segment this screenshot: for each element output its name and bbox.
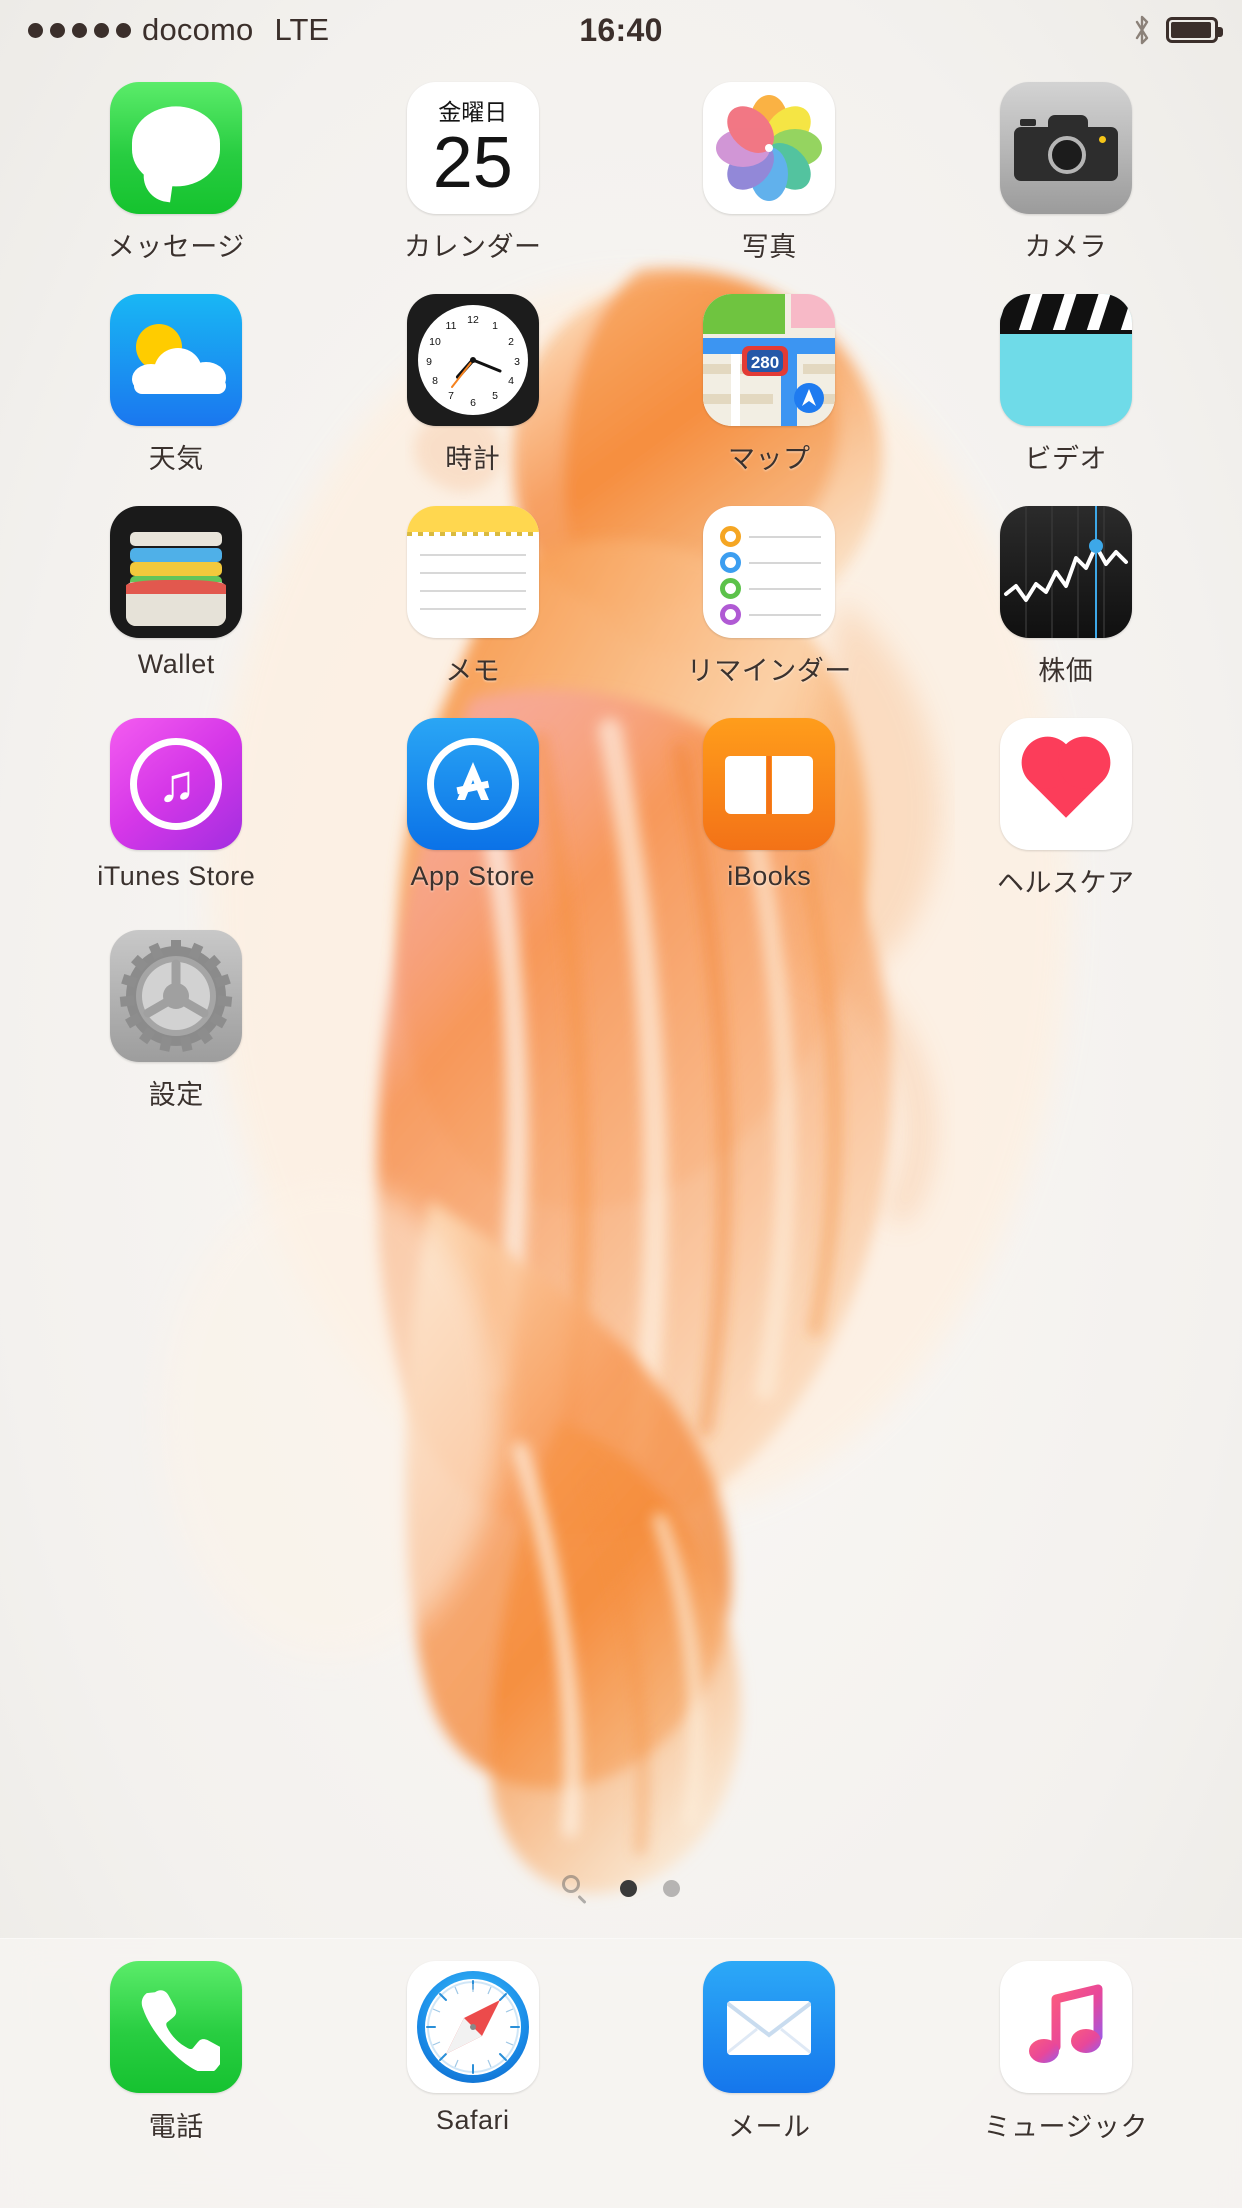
safari-icon — [406, 1961, 539, 2093]
app-label: iTunes Store — [97, 861, 256, 891]
app-store-icon — [406, 718, 539, 850]
app-label: 株価 — [1038, 656, 1094, 686]
svg-text:7: 7 — [448, 390, 454, 402]
calendar-icon: 金曜日 25 — [406, 82, 539, 214]
app-icon-notes[interactable]: メモ — [325, 488, 622, 700]
calendar-date: 25 — [432, 123, 513, 203]
svg-text:280: 280 — [751, 353, 779, 372]
phone-icon — [110, 1961, 243, 2093]
app-icon-app-store[interactable]: App Store — [325, 700, 622, 912]
app-icon-clock[interactable]: 12 1 2 345 678 9 10 11 時計 — [325, 276, 622, 488]
page-indicator[interactable] — [0, 1868, 1242, 1908]
app-label: Safari — [435, 2105, 510, 2135]
svg-text:11: 11 — [445, 320, 456, 332]
stocks-icon — [999, 506, 1132, 638]
page-dot-2[interactable] — [663, 1879, 680, 1897]
svg-text:1: 1 — [492, 320, 498, 332]
dock-app-mail[interactable]: メール — [621, 1961, 918, 2208]
svg-text:4: 4 — [508, 375, 514, 387]
app-icon-ibooks[interactable]: iBooks — [621, 700, 918, 912]
app-label: メッセージ — [107, 232, 245, 262]
app-icon-stocks[interactable]: 株価 — [918, 488, 1215, 700]
app-label: カメラ — [1024, 232, 1107, 262]
app-label: リマインダー — [686, 656, 852, 686]
status-bar: docomo LTE 16:40 — [0, 0, 1242, 60]
svg-text:3: 3 — [514, 356, 520, 368]
dock-app-safari[interactable]: Safari — [325, 1961, 622, 2208]
page-dot-1[interactable] — [620, 1879, 637, 1897]
dock-app-phone[interactable]: 電話 — [28, 1961, 325, 2208]
reminders-icon — [703, 506, 836, 638]
notes-icon — [406, 506, 539, 638]
app-label: 時計 — [445, 444, 501, 474]
wallet-icon — [110, 506, 243, 638]
app-icon-settings[interactable]: 設定 — [28, 912, 325, 1124]
app-icon-itunes-store[interactable]: ♫ iTunes Store — [28, 700, 325, 912]
svg-text:12: 12 — [467, 314, 479, 326]
svg-text:8: 8 — [432, 375, 438, 387]
mail-icon — [703, 1961, 836, 2093]
svg-text:6: 6 — [470, 397, 476, 409]
app-icon-videos[interactable]: ビデオ — [918, 276, 1215, 488]
ibooks-icon — [703, 718, 836, 850]
app-icon-photos[interactable]: 写真 — [621, 64, 918, 276]
calendar-weekday: 金曜日 — [438, 99, 508, 125]
app-icon-camera[interactable]: カメラ — [918, 64, 1215, 276]
messages-icon — [110, 82, 243, 214]
app-label: メール — [728, 2112, 811, 2142]
svg-text:9: 9 — [426, 356, 432, 368]
app-label: マップ — [728, 444, 811, 474]
videos-icon — [999, 294, 1132, 426]
clock-icon: 12 1 2 345 678 9 10 11 — [406, 294, 539, 426]
app-label: Wallet — [137, 649, 215, 679]
app-grid: メッセージ 金曜日 25 カレンダー 写真 カメラ 天気 12 1 2 3 4 … — [0, 64, 1242, 1124]
dock: 電話 Safari メール ミュージック — [0, 1938, 1242, 2208]
search-icon[interactable] — [562, 1875, 588, 1905]
battery-icon — [1166, 17, 1223, 43]
app-label: メモ — [445, 656, 501, 686]
app-label: ヘルスケア — [997, 868, 1135, 898]
app-label: ビデオ — [1024, 444, 1107, 474]
app-label: 電話 — [148, 2112, 204, 2142]
status-bar-clock: 16:40 — [579, 11, 663, 48]
camera-icon — [999, 82, 1132, 214]
app-icon-maps[interactable]: 280 マップ — [621, 276, 918, 488]
dock-app-music[interactable]: ミュージック — [918, 1961, 1215, 2208]
maps-icon: 280 — [703, 294, 836, 426]
svg-text:5: 5 — [492, 390, 498, 402]
app-label: 天気 — [148, 444, 204, 474]
app-label: カレンダー — [404, 232, 542, 262]
health-icon — [999, 718, 1132, 850]
app-label: ミュージック — [983, 2112, 1148, 2142]
music-icon — [999, 1961, 1132, 2093]
app-icon-wallet[interactable]: Wallet — [28, 488, 325, 700]
weather-icon — [110, 294, 243, 426]
app-label: 設定 — [148, 1080, 204, 1110]
svg-text:2: 2 — [508, 336, 514, 348]
app-label: 写真 — [741, 232, 797, 262]
app-icon-weather[interactable]: 天気 — [28, 276, 325, 488]
settings-icon — [110, 930, 243, 1062]
app-icon-reminders[interactable]: リマインダー — [621, 488, 918, 700]
app-label: iBooks — [727, 861, 812, 891]
svg-text:10: 10 — [429, 336, 441, 348]
app-icon-health[interactable]: ヘルスケア — [918, 700, 1215, 912]
app-label: App Store — [410, 861, 536, 891]
app-icon-calendar[interactable]: 金曜日 25 カレンダー — [325, 64, 622, 276]
app-icon-messages[interactable]: メッセージ — [28, 64, 325, 276]
itunes-store-icon: ♫ — [110, 718, 243, 850]
photos-icon — [703, 82, 836, 214]
